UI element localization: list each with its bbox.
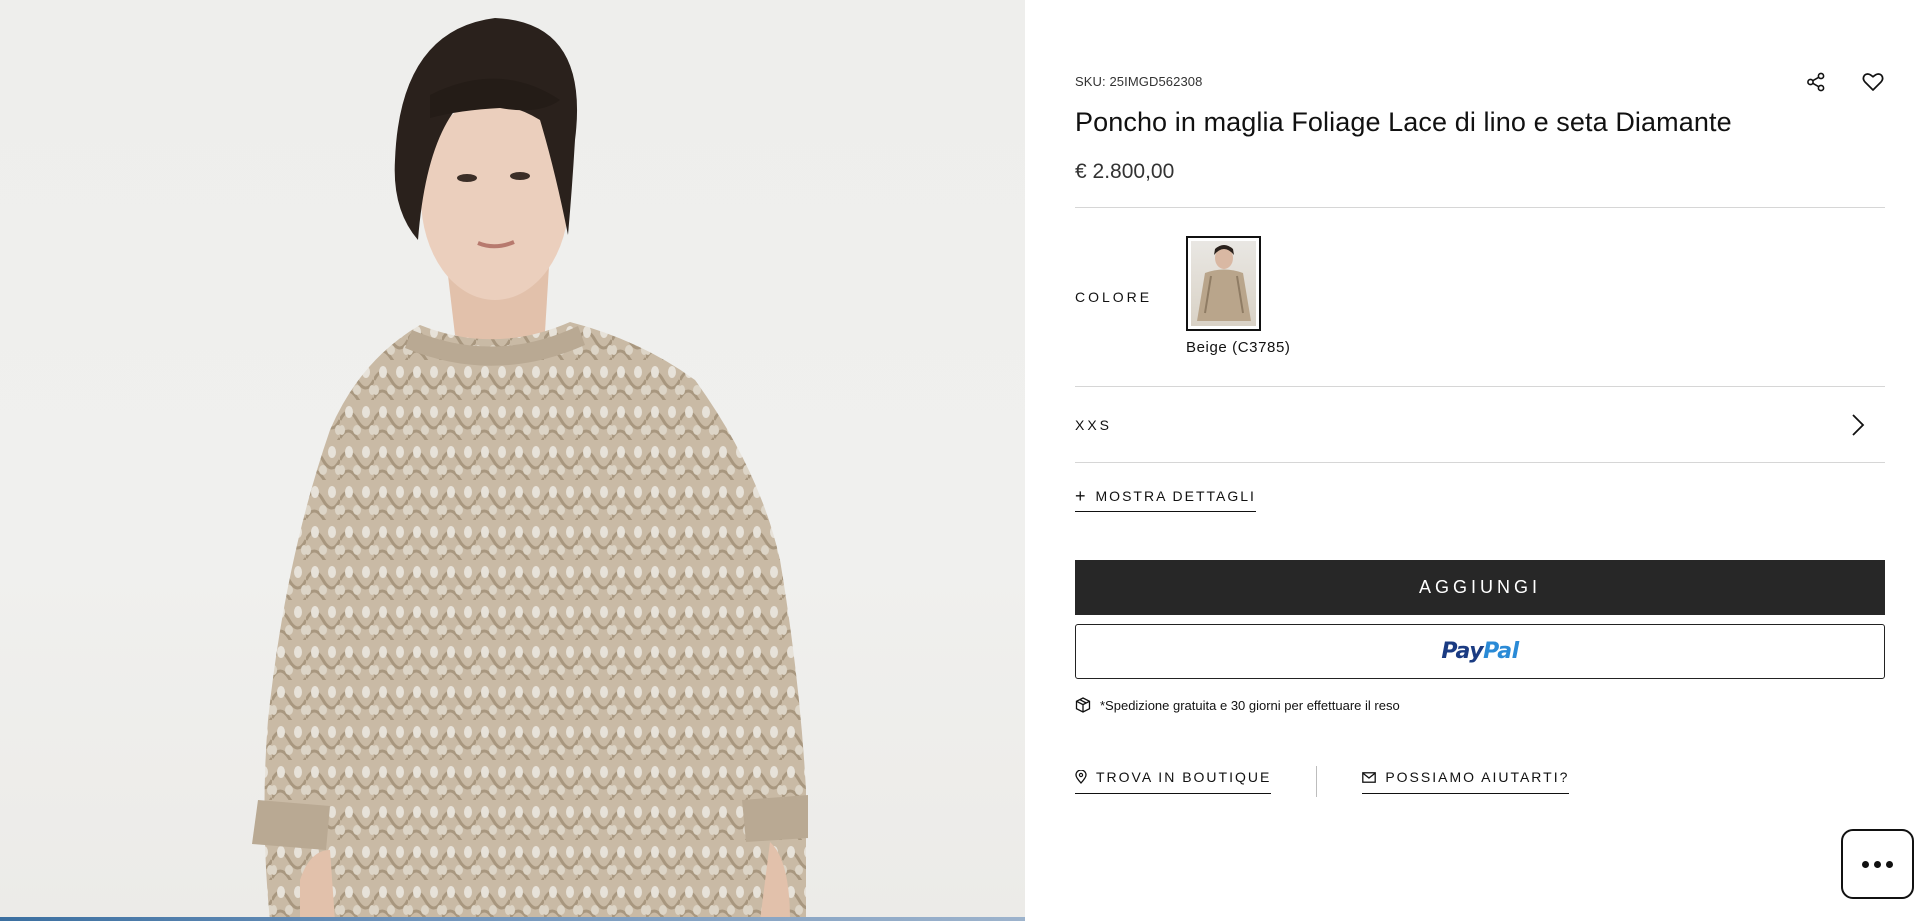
shipping-text: *Spedizione gratuita e 30 giorni per eff… xyxy=(1100,697,1400,713)
plus-icon: + xyxy=(1075,486,1086,506)
package-icon xyxy=(1075,697,1091,713)
envelope-icon xyxy=(1362,771,1377,783)
product-actions xyxy=(1804,70,1885,94)
divider xyxy=(1075,207,1885,208)
divider xyxy=(1075,462,1885,463)
selected-color-name: Beige (C3785) xyxy=(1186,339,1291,356)
chat-button[interactable] xyxy=(1841,829,1914,899)
shipping-info: *Spedizione gratuita e 30 giorni per eff… xyxy=(1075,697,1400,713)
show-details-toggle[interactable]: + MOSTRA DETTAGLI xyxy=(1075,486,1256,512)
product-page: SKU: 25IMGD562308 Poncho in maglia Folia… xyxy=(0,0,1920,921)
product-details: SKU: 25IMGD562308 Poncho in maglia Folia… xyxy=(1075,0,1885,921)
chat-dot xyxy=(1874,860,1881,868)
share-button[interactable] xyxy=(1804,70,1828,94)
links-separator xyxy=(1316,766,1318,797)
find-boutique-link[interactable]: TROVA IN BOUTIQUE xyxy=(1075,769,1272,794)
selected-size: XXS xyxy=(1075,417,1113,433)
color-label: COLORE xyxy=(1075,289,1153,305)
chat-dot xyxy=(1886,860,1893,868)
chevron-right-icon xyxy=(1843,410,1873,440)
swatch-thumbnail xyxy=(1191,241,1256,326)
paypal-logo-pay: Pay xyxy=(1441,639,1484,664)
sku: SKU: 25IMGD562308 xyxy=(1075,74,1202,89)
color-swatch-beige[interactable] xyxy=(1186,236,1261,331)
help-label: POSSIAMO AIUTARTI? xyxy=(1385,769,1570,785)
location-pin-icon xyxy=(1075,770,1087,784)
paypal-button[interactable]: Pay Pal xyxy=(1075,624,1885,679)
wishlist-button[interactable] xyxy=(1861,70,1885,94)
model-photo xyxy=(252,18,808,921)
product-image[interactable] xyxy=(0,0,1025,921)
support-links: TROVA IN BOUTIQUE POSSIAMO AIUTARTI? xyxy=(1075,766,1570,797)
add-to-cart-button[interactable]: AGGIUNGI xyxy=(1075,560,1885,615)
product-title: Poncho in maglia Foliage Lace di lino e … xyxy=(1075,107,1732,137)
chat-bubble-icon xyxy=(1862,860,1869,868)
size-selector[interactable]: XXS xyxy=(1075,387,1885,463)
heart-icon xyxy=(1862,73,1884,91)
share-icon xyxy=(1807,72,1825,92)
product-price: € 2.800,00 xyxy=(1075,160,1175,183)
find-boutique-label: TROVA IN BOUTIQUE xyxy=(1096,769,1272,785)
sku-text: SKU: 25IMGD562308 xyxy=(1075,74,1203,89)
help-link[interactable]: POSSIAMO AIUTARTI? xyxy=(1362,769,1570,794)
show-details-label: MOSTRA DETTAGLI xyxy=(1095,488,1256,504)
image-scroll-indicator xyxy=(0,917,1025,921)
swatch-model-image xyxy=(1197,245,1251,321)
paypal-logo-pal: Pal xyxy=(1483,639,1519,664)
